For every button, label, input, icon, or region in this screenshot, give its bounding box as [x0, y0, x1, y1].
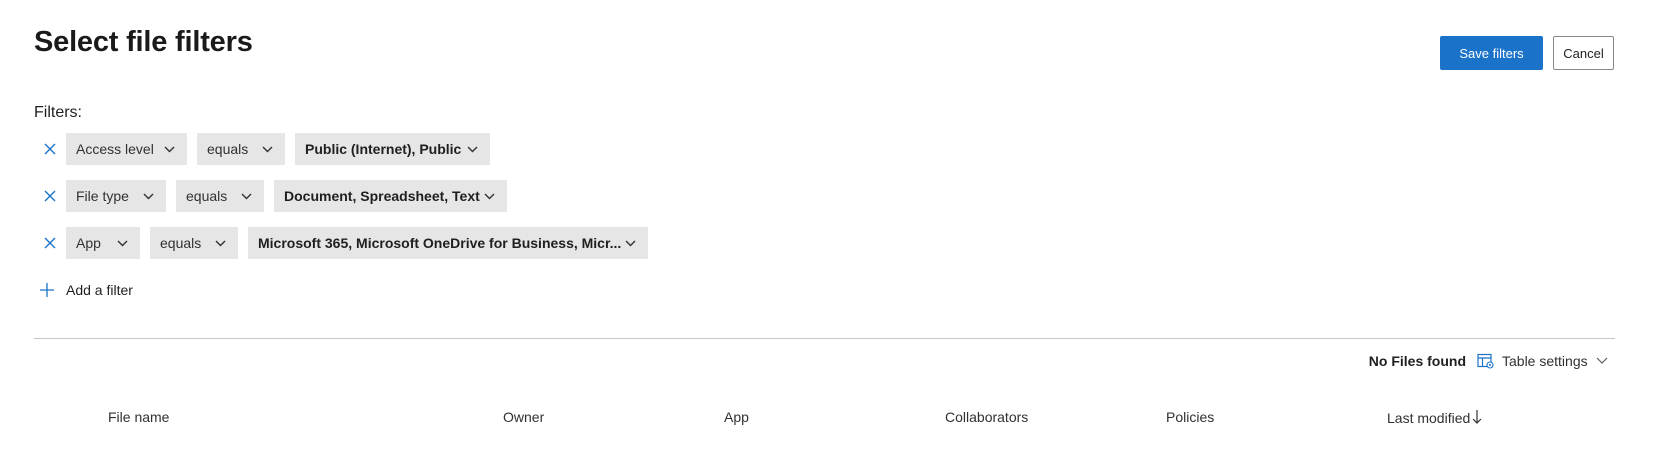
close-icon	[44, 190, 56, 202]
filter-operator-dropdown[interactable]: equals	[197, 133, 285, 165]
filter-operator-dropdown[interactable]: equals	[150, 227, 238, 259]
chevron-down-icon	[164, 146, 175, 153]
chevron-down-icon	[215, 240, 226, 247]
filter-value-dropdown[interactable]: Microsoft 365, Microsoft OneDrive for Bu…	[248, 227, 648, 259]
chevron-down-icon	[262, 146, 273, 153]
filter-operator-label: equals	[160, 235, 202, 251]
filter-field-label: App	[76, 235, 101, 251]
filter-field-label: Access level	[76, 141, 154, 157]
filters-label: Filters:	[34, 104, 82, 121]
filter-value-label: Public (Internet), Public	[305, 141, 462, 157]
filter-row-file-type: File type equals Document, Spreadsheet, …	[34, 180, 517, 212]
filter-field-dropdown[interactable]: File type	[66, 180, 166, 212]
column-header-last-modified-label: Last modified	[1387, 410, 1471, 426]
column-header-collaborators[interactable]: Collaborators	[945, 409, 1028, 425]
add-filter-label: Add a filter	[66, 282, 133, 298]
filter-value-label: Document, Spreadsheet, Text	[284, 188, 480, 204]
page-title: Select file filters	[34, 26, 253, 58]
add-filter-button[interactable]: Add a filter	[40, 282, 133, 298]
divider	[34, 338, 1615, 339]
filter-operator-label: equals	[186, 188, 228, 204]
table-settings-icon	[1477, 353, 1494, 369]
cancel-button[interactable]: Cancel	[1553, 36, 1614, 70]
chevron-down-icon	[625, 240, 636, 247]
table-settings-label: Table settings	[1502, 353, 1588, 369]
close-icon	[44, 143, 56, 155]
chevron-down-icon	[143, 193, 154, 200]
arrow-down-icon	[1472, 410, 1482, 424]
chevron-down-icon	[241, 193, 252, 200]
remove-filter-button[interactable]	[34, 227, 66, 259]
filter-field-dropdown[interactable]: Access level	[66, 133, 187, 165]
table-settings-button[interactable]: Table settings	[1477, 353, 1608, 369]
filter-operator-dropdown[interactable]: equals	[176, 180, 264, 212]
chevron-down-icon	[467, 146, 478, 153]
chevron-down-icon	[1596, 357, 1608, 364]
filter-row-access-level: Access level equals Public (Internet), P…	[34, 133, 500, 165]
plus-icon	[40, 283, 54, 297]
filter-field-label: File type	[76, 188, 129, 204]
column-header-app[interactable]: App	[724, 409, 749, 425]
chevron-down-icon	[117, 240, 128, 247]
filter-value-dropdown[interactable]: Document, Spreadsheet, Text	[274, 180, 507, 212]
filter-operator-label: equals	[207, 141, 249, 157]
column-header-last-modified[interactable]: Last modified	[1387, 409, 1482, 426]
filter-value-label: Microsoft 365, Microsoft OneDrive for Bu…	[258, 235, 622, 251]
close-icon	[44, 237, 56, 249]
filter-value-dropdown[interactable]: Public (Internet), Public	[295, 133, 490, 165]
column-header-file-name[interactable]: File name	[108, 409, 169, 425]
filter-field-dropdown[interactable]: App	[66, 227, 140, 259]
results-status: No Files found	[1368, 353, 1466, 369]
filter-row-app: App equals Microsoft 365, Microsoft OneD…	[34, 227, 658, 259]
column-header-policies[interactable]: Policies	[1166, 409, 1214, 425]
save-filters-button[interactable]: Save filters	[1440, 36, 1543, 70]
column-header-owner[interactable]: Owner	[503, 409, 544, 425]
remove-filter-button[interactable]	[34, 133, 66, 165]
chevron-down-icon	[484, 193, 495, 200]
remove-filter-button[interactable]	[34, 180, 66, 212]
